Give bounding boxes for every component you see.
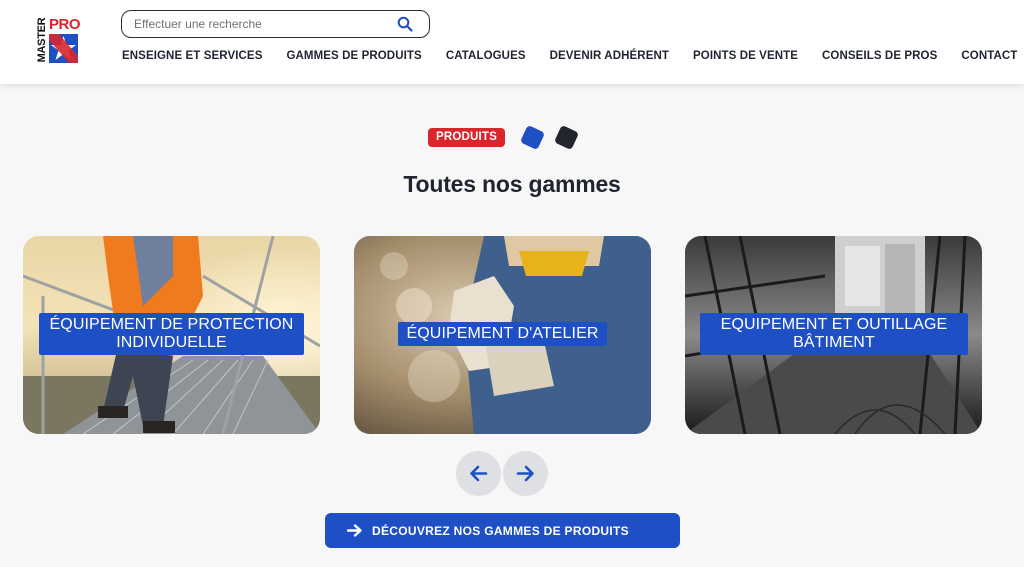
arrow-left-icon xyxy=(470,465,488,482)
card-label-atelier: ÉQUIPEMENT D'ATELIER xyxy=(398,322,607,346)
arrow-right-icon xyxy=(516,465,534,482)
nav-item-contact[interactable]: CONTACT xyxy=(961,50,1017,66)
logo-pro-text: PRO xyxy=(49,16,81,33)
section-title: Toutes nos gammes xyxy=(403,171,621,197)
carousel-next-button[interactable] xyxy=(503,451,548,496)
card-label-batiment: EQUIPEMENT ET OUTILLAGE BÂTIMENT xyxy=(700,313,968,355)
nav-item-gammes[interactable]: GAMMES DE PRODUITS xyxy=(286,50,421,66)
category-card-atelier[interactable]: ÉQUIPEMENT D'ATELIER xyxy=(354,236,651,434)
category-card-epi[interactable]: ÉQUIPEMENT DE PROTECTION INDIVIDUELLE xyxy=(23,236,320,434)
masterpro-logo[interactable]: MASTER PRO xyxy=(36,16,81,65)
carousel-prev-button[interactable] xyxy=(456,451,501,496)
category-card-batiment[interactable]: EQUIPEMENT ET OUTILLAGE BÂTIMENT xyxy=(685,236,982,434)
nav-item-conseils[interactable]: CONSEILS DE PROS xyxy=(822,50,937,66)
search-input[interactable] xyxy=(134,15,384,33)
cta-label: DÉCOUVREZ NOS GAMMES DE PRODUITS xyxy=(372,524,629,538)
nav-item-enseigne[interactable]: ENSEIGNE ET SERVICES xyxy=(122,50,262,66)
search-icon[interactable] xyxy=(397,16,413,32)
logo-master-text: MASTER xyxy=(36,17,48,63)
discover-products-button[interactable]: DÉCOUVREZ NOS GAMMES DE PRODUITS xyxy=(325,513,680,548)
nav-item-adherent[interactable]: DEVENIR ADHÉRENT xyxy=(550,50,669,66)
nav-item-catalogues[interactable]: CATALOGUES xyxy=(446,50,526,66)
section-tag: PRODUITS xyxy=(428,128,506,147)
card-label-epi: ÉQUIPEMENT DE PROTECTION INDIVIDUELLE xyxy=(39,313,304,355)
search-box xyxy=(121,10,430,38)
main-nav: ENSEIGNE ET SERVICES GAMMES DE PRODUITS … xyxy=(122,50,1024,66)
logo-star-icon xyxy=(49,34,78,63)
nav-item-points-de-vente[interactable]: POINTS DE VENTE xyxy=(693,50,798,66)
site-header: MASTER PRO ENSEIGNE ET SERVICES GAMMES D… xyxy=(0,0,1024,84)
arrow-right-icon xyxy=(347,524,362,537)
